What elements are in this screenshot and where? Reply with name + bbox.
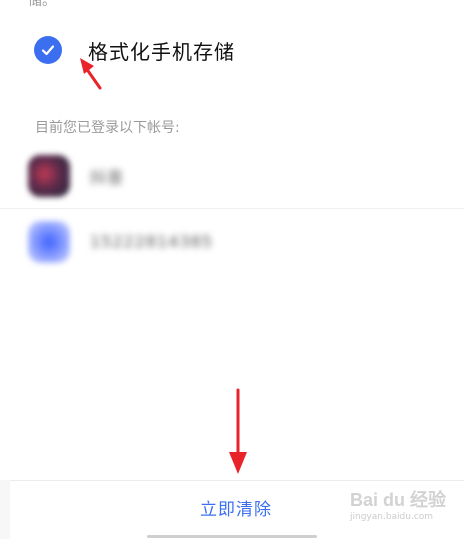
account-name: 15222814385: [90, 232, 213, 251]
annotation-arrow-icon: [229, 388, 247, 474]
account-name: 抖音: [90, 167, 125, 187]
account-row: 抖音: [0, 143, 464, 208]
truncated-description-text: 储。: [28, 0, 56, 9]
format-storage-option[interactable]: 格式化手机存储: [34, 34, 235, 66]
clear-now-button[interactable]: 立即清除: [200, 495, 272, 520]
check-circle-icon[interactable]: [34, 36, 62, 64]
accounts-section-title: 目前您已登录以下帐号:: [35, 120, 180, 136]
account-row: 15222814385: [0, 208, 464, 274]
baidu-logo: Bai du 经验: [350, 490, 447, 510]
watermark-url: jingyan.baidu.com: [350, 512, 434, 522]
format-storage-label: 格式化手机存储: [88, 39, 235, 64]
account-list: 抖音 15222814385: [0, 143, 464, 274]
annotation-arrow-icon: [80, 58, 102, 90]
baidu-watermark: Bai du 经验 jingyan.baidu.com: [350, 486, 450, 530]
app-avatar: [28, 220, 70, 263]
douyin-avatar: [28, 154, 70, 197]
